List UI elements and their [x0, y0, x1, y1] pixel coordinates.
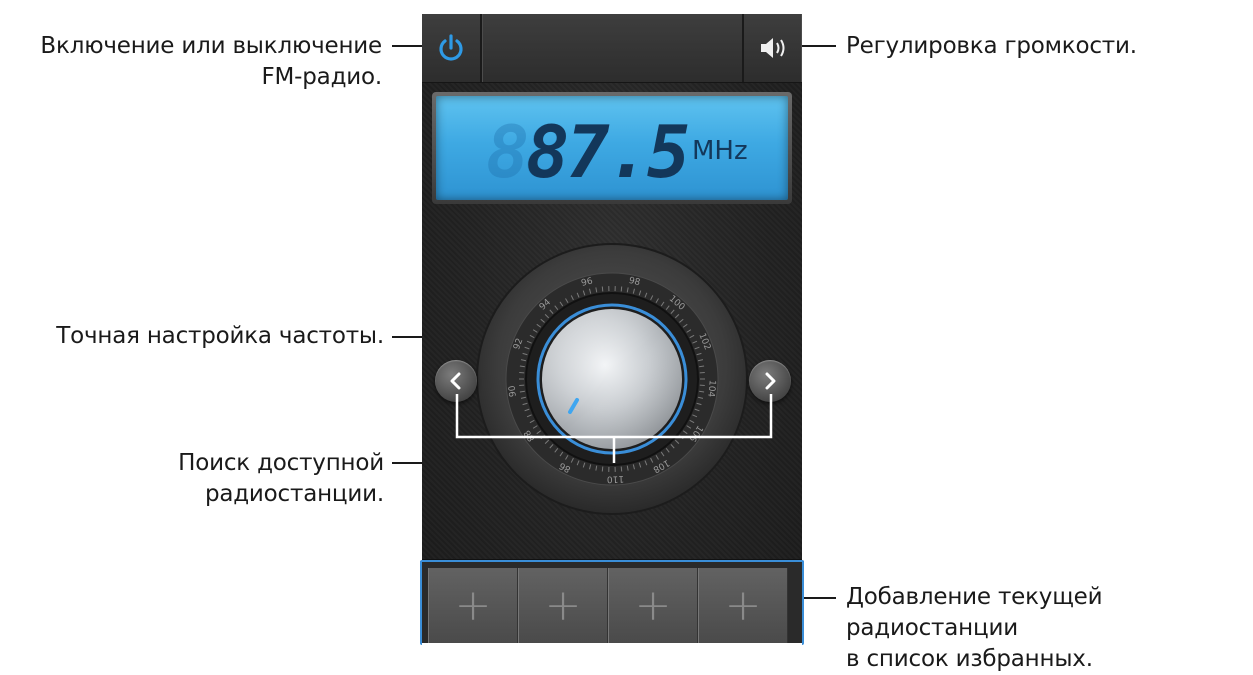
dial-tick — [602, 287, 603, 292]
dial-tick — [621, 287, 622, 292]
tuning-dial: 86889092949698100102104106108110 — [422, 14, 802, 559]
dial-tick-label: 110 — [606, 473, 624, 484]
next-station-button[interactable] — [749, 360, 791, 402]
knob-sheen — [542, 309, 682, 449]
fm-radio-screen: 88 87.5 MHz 868890929 — [422, 14, 802, 643]
prev-station-button[interactable] — [435, 360, 477, 402]
callout-power: Включение или выключение FM-радио. — [20, 31, 382, 93]
chevron-right-icon — [762, 371, 778, 391]
callout-favorites-line1: Добавление текущей радиостанции — [846, 582, 1246, 644]
callout-favorites-line2: в список избранных. — [846, 644, 1246, 675]
dial-tick — [621, 467, 622, 472]
dial-tick — [602, 467, 603, 472]
dial-tick-label: 90 — [508, 385, 519, 398]
dial-tick — [520, 366, 525, 367]
callout-power-line2: FM-радио. — [20, 62, 382, 93]
callout-volume: Регулировка громкости. — [846, 31, 1137, 62]
callout-fine-tune: Точная настройка частоты. — [20, 321, 384, 352]
leader-favorites — [802, 597, 836, 599]
dial-tick — [699, 366, 704, 367]
chevron-left-icon — [448, 371, 464, 391]
callout-power-line1: Включение или выключение — [20, 31, 382, 62]
favorites-highlight — [420, 560, 804, 645]
callout-search: Поиск доступной радиостанции. — [0, 448, 384, 510]
callout-favorites: Добавление текущей радиостанции в список… — [846, 582, 1246, 675]
leader-volume — [798, 45, 836, 47]
dial-tick — [699, 391, 704, 392]
dial-tick-label: 104 — [705, 380, 717, 398]
dial-tick — [520, 391, 525, 392]
